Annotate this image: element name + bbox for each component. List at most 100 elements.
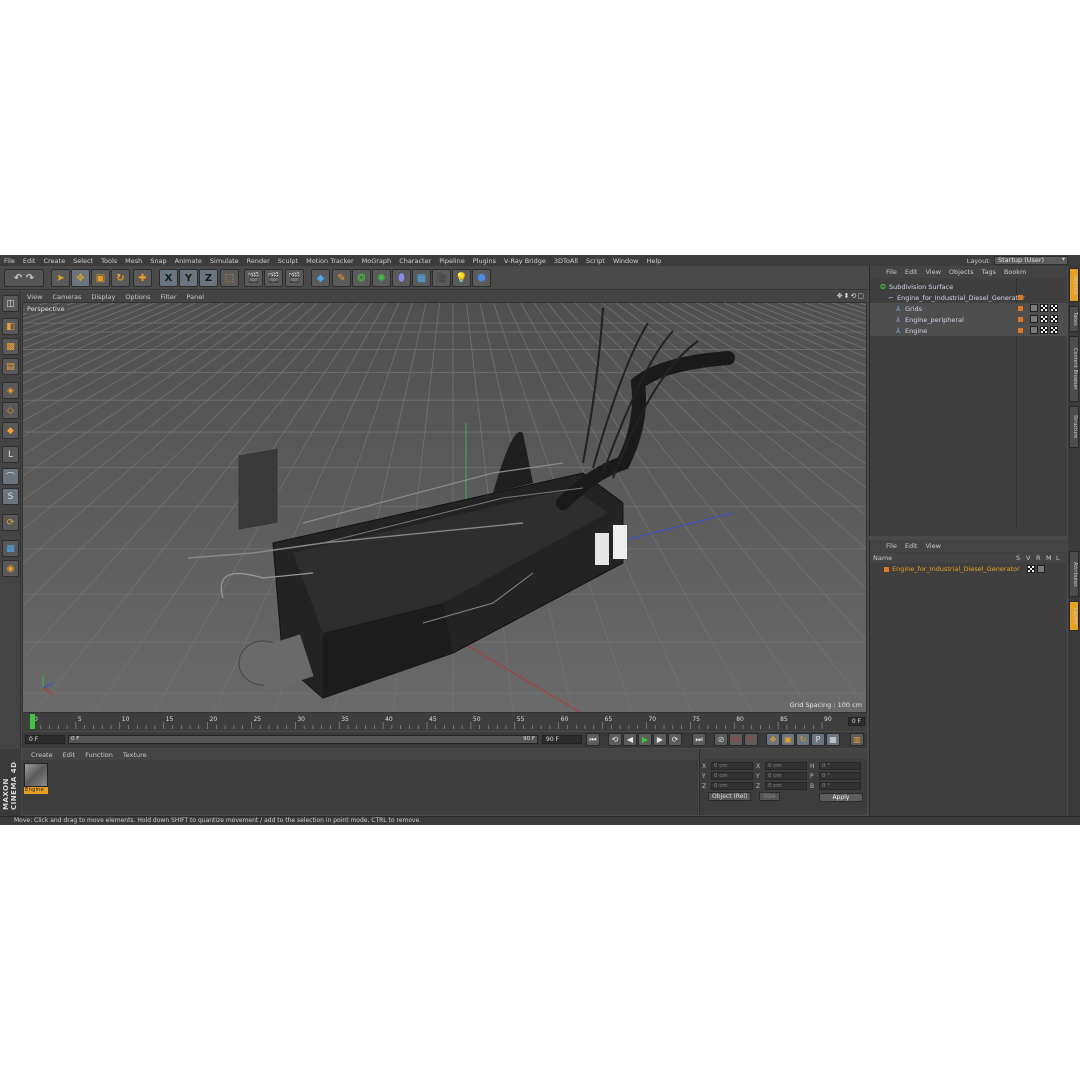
right-tab-objects[interactable]: Objects (1069, 268, 1079, 302)
object-menu-tags[interactable]: Tags (977, 268, 999, 276)
viewport-nav-icons[interactable]: ✥⬍⟲▢ (837, 292, 865, 300)
material-menu-texture[interactable]: Texture (118, 751, 152, 759)
frame-range-slider[interactable]: 0 F 90 F (68, 735, 538, 744)
coordinate-value-field[interactable]: 0 cm (711, 772, 753, 780)
right-tab-structure[interactable]: Structure (1069, 406, 1079, 448)
object-tree-row[interactable]: ⅄ Engine (870, 325, 1068, 336)
render-picture-viewer-icon[interactable]: 🎬 (264, 269, 283, 287)
menu-file[interactable]: File (0, 257, 19, 265)
right-tab-takes[interactable]: Takes (1069, 306, 1079, 332)
menu-window[interactable]: Window (609, 257, 643, 265)
material-swatch[interactable] (24, 763, 48, 787)
menu-snap[interactable]: Snap (146, 257, 170, 265)
phong-tag-icon[interactable] (1050, 315, 1058, 323)
playhead[interactable] (30, 714, 35, 729)
menu-motion-tracker[interactable]: Motion Tracker (302, 257, 358, 265)
object-menu-edit[interactable]: Edit (901, 268, 922, 276)
scale-tool-icon[interactable]: ▣ (91, 269, 110, 287)
menu-help[interactable]: Help (642, 257, 665, 265)
menu-tools[interactable]: Tools (97, 257, 121, 265)
autokeying-icon[interactable]: ⦿ (729, 733, 743, 746)
play-forward-icon[interactable]: ▶ (638, 733, 652, 746)
material-menu-create[interactable]: Create (26, 751, 58, 759)
array-icon[interactable]: ✺ (372, 269, 391, 287)
material-menu-edit[interactable]: Edit (58, 751, 81, 759)
z-axis-lock-button[interactable]: Z (199, 269, 218, 287)
y-axis-lock-button[interactable]: Y (179, 269, 198, 287)
menu-mesh[interactable]: Mesh (121, 257, 146, 265)
layer-menu-file[interactable]: File (882, 542, 901, 550)
menu-3dtoall[interactable]: 3DToAll (550, 257, 582, 265)
coordinate-value-field[interactable]: 0 cm (765, 772, 807, 780)
range-end-field[interactable]: 90 F (542, 735, 582, 744)
right-tab-layers[interactable]: Layers (1069, 601, 1079, 631)
key-pla-icon[interactable]: ▦ (826, 733, 840, 746)
coordinate-value-field[interactable]: 0 cm (711, 762, 753, 770)
menu-sculpt[interactable]: Sculpt (274, 257, 302, 265)
texture-mode-icon[interactable]: ▩ (2, 338, 19, 355)
render-view-icon[interactable]: 🎬 (244, 269, 263, 287)
material-tag-icon[interactable] (1030, 304, 1038, 312)
apply-button[interactable]: Apply (819, 793, 863, 802)
menu-animate[interactable]: Animate (171, 257, 206, 265)
layout-dropdown[interactable]: Startup (User) (994, 256, 1068, 265)
coordinate-mode-dropdown[interactable]: Object (Rel) (708, 792, 752, 801)
model-mode-icon[interactable]: ◧ (2, 318, 19, 335)
coordinate-system-icon[interactable]: ⬚ (220, 269, 239, 287)
floor-icon[interactable]: ▦ (412, 269, 431, 287)
object-name[interactable]: Engine_peripheral (905, 316, 964, 324)
perspective-viewport[interactable]: Perspective Grid Spacing : 100 cm (22, 302, 867, 713)
object-tree-row[interactable]: ⌐ Engine_for_Industrial_Diesel_Generator (870, 292, 1068, 303)
layout-selector[interactable]: Layout: Startup (User) (967, 256, 1068, 265)
object-tree-row[interactable]: ❂ Subdivision Surface (870, 281, 1068, 292)
menu-plugins[interactable]: Plugins (469, 257, 500, 265)
object-menu-bookm[interactable]: Bookm (1000, 268, 1031, 276)
tweak-mode-icon[interactable]: ⌒ (2, 468, 19, 485)
texture-tag-icon[interactable] (1040, 315, 1048, 323)
key-parameter-icon[interactable]: P (811, 733, 825, 746)
menu-v-ray-bridge[interactable]: V-Ray Bridge (500, 257, 550, 265)
phong-tag-icon[interactable] (1050, 326, 1058, 334)
solo-icon[interactable]: ◉ (2, 560, 19, 577)
object-name[interactable]: Grids (905, 305, 922, 313)
menu-simulate[interactable]: Simulate (206, 257, 243, 265)
keyframe-selection-icon[interactable]: ? (744, 733, 758, 746)
object-tree-row[interactable]: ⅄ Engine_peripheral (870, 314, 1068, 325)
light-icon[interactable]: 💡 (452, 269, 471, 287)
timeline-icon[interactable]: ▥ (850, 733, 864, 746)
go-to-end-icon[interactable]: ⏭ (692, 733, 706, 746)
menu-edit[interactable]: Edit (19, 257, 40, 265)
record-keys-icon[interactable]: ⊘ (714, 733, 728, 746)
previous-key-icon[interactable]: ⟲ (608, 733, 622, 746)
axis-mode-icon[interactable]: L (2, 446, 19, 463)
grid-icon[interactable]: ▦ (2, 540, 19, 557)
texture-tag-icon[interactable] (1040, 304, 1048, 312)
object-menu-file[interactable]: File (882, 268, 901, 276)
menu-pipeline[interactable]: Pipeline (435, 257, 468, 265)
go-to-start-icon[interactable]: ⏮ (586, 733, 600, 746)
make-editable-icon[interactable]: ◫ (2, 295, 19, 312)
polygons-mode-icon[interactable]: ◆ (2, 422, 19, 439)
layer-row[interactable]: Engine_for_Industrial_Diesel_Generator (870, 564, 1068, 574)
object-tree-row[interactable]: ⅄ Grids (870, 303, 1068, 314)
coordinate-size-dropdown[interactable]: Size (759, 792, 780, 801)
timeline-ruler[interactable]: 0 5 10 15 20 25 30 35 40 45 50 55 60 65 70 75 80 85 90 0 F (22, 713, 867, 731)
workplane-icon[interactable]: ▤ (2, 358, 19, 375)
python-icon[interactable]: ⬢ (472, 269, 491, 287)
material-tag-icon[interactable] (1030, 315, 1038, 323)
key-position-icon[interactable]: ✥ (766, 733, 780, 746)
viewport-label[interactable]: Perspective (25, 305, 67, 313)
phong-tag-icon[interactable] (1050, 304, 1058, 312)
menu-mograph[interactable]: MoGraph (358, 257, 396, 265)
deformer-icon[interactable]: ⬮ (392, 269, 411, 287)
viewport-menu-options[interactable]: Options (120, 293, 155, 301)
timeline-end-frame[interactable]: 0 F (847, 717, 865, 726)
subdivision-surface-icon[interactable]: ❂ (352, 269, 371, 287)
menu-select[interactable]: Select (69, 257, 97, 265)
viewport-menu-filter[interactable]: Filter (155, 293, 181, 301)
viewport-menu-panel[interactable]: Panel (182, 293, 210, 301)
object-name[interactable]: Engine (905, 327, 927, 335)
coordinate-value-field[interactable]: 0 ° (819, 772, 861, 780)
object-name[interactable]: Subdivision Surface (889, 283, 953, 291)
texture-tag-icon[interactable] (1040, 326, 1048, 334)
